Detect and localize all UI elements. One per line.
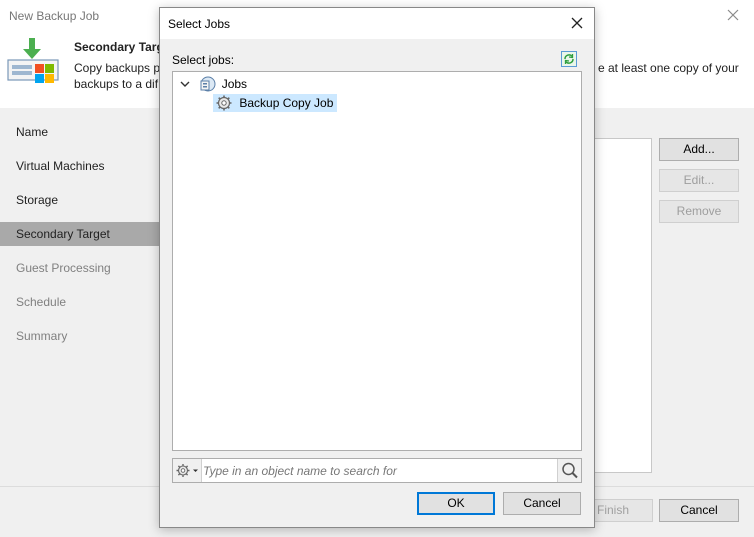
tree-node-backup-copy-job-label: Backup Copy Job [239, 96, 334, 110]
refresh-icon[interactable] [561, 51, 577, 67]
select-jobs-label: Select jobs: [172, 53, 235, 67]
header-description: Copy backups p backups to a dif [74, 60, 160, 92]
nav-step-name[interactable]: Name [0, 120, 160, 144]
chevron-down-icon[interactable] [179, 75, 191, 93]
select-jobs-dialog: Select Jobs Select jobs: Jobs Backup Cop… [159, 7, 595, 528]
nav-step-schedule: Schedule [16, 295, 67, 309]
nav-step-guest-processing: Guest Processing [16, 261, 111, 275]
remove-button: Remove [659, 200, 739, 223]
gear-icon [215, 94, 233, 112]
dialog-close-icon[interactable] [569, 15, 585, 31]
dialog-titlebar: Select Jobs [160, 8, 594, 39]
add-button[interactable]: Add... [659, 138, 739, 161]
edit-button: Edit... [659, 169, 739, 192]
wizard-steps-nav: Name Virtual Machines Storage Secondary … [0, 108, 160, 488]
wizard-close-icon[interactable] [724, 6, 742, 24]
dialog-title: Select Jobs [168, 17, 231, 31]
tree-node-jobs[interactable]: Jobs [179, 75, 247, 93]
search-options-button[interactable] [173, 459, 202, 482]
tree-node-backup-copy-job[interactable]: Backup Copy Job [213, 94, 338, 112]
secondary-target-icon [6, 36, 60, 90]
ok-button[interactable]: OK [417, 492, 495, 515]
search-bar [172, 458, 582, 483]
header-description-right: e at least one copy of your [598, 61, 739, 75]
header-description-line2: backups to a dif [74, 77, 159, 91]
secondary-target-list[interactable] [594, 138, 652, 473]
jobs-tree[interactable]: Jobs Backup Copy Job [172, 71, 582, 451]
search-icon[interactable] [557, 459, 581, 482]
wizard-title: New Backup Job [9, 9, 100, 23]
header-description-line1: Copy backups p [74, 61, 161, 75]
jobs-folder-icon [198, 75, 216, 93]
wizard-cancel-button[interactable]: Cancel [659, 499, 739, 522]
tree-node-jobs-label: Jobs [221, 77, 248, 91]
nav-step-secondary-target[interactable]: Secondary Target [0, 222, 160, 246]
nav-step-storage[interactable]: Storage [0, 188, 160, 212]
search-input[interactable] [203, 461, 555, 480]
dialog-cancel-button[interactable]: Cancel [503, 492, 581, 515]
nav-step-summary: Summary [16, 329, 68, 343]
nav-step-virtual-machines[interactable]: Virtual Machines [0, 154, 160, 178]
